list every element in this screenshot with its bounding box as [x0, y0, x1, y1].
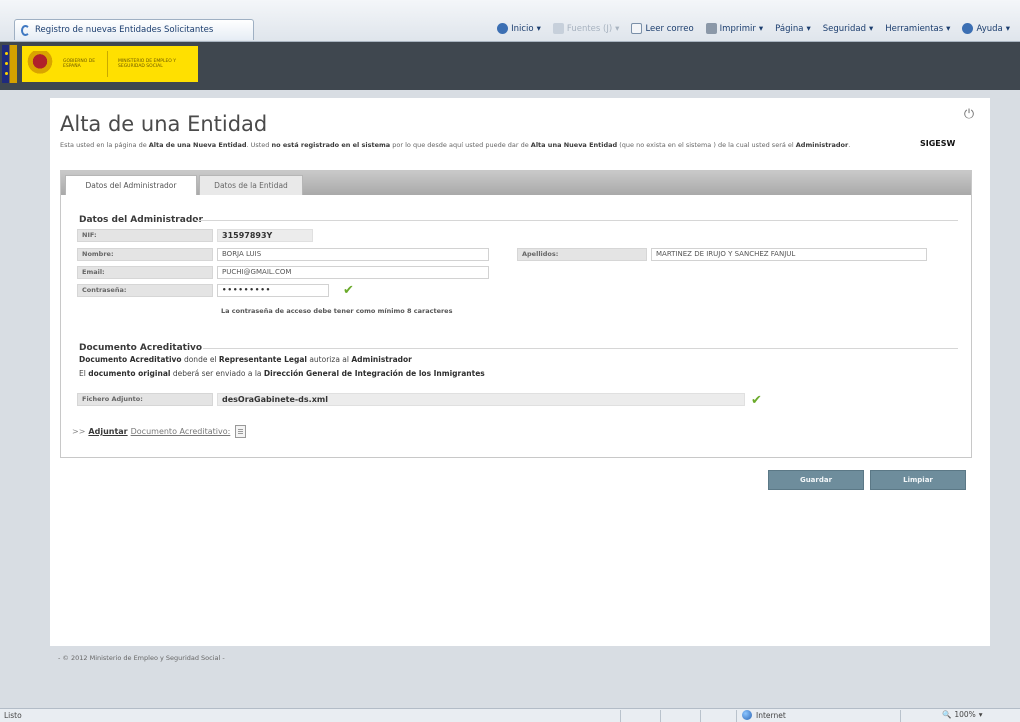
nif-field: 31597893Y: [217, 229, 313, 242]
nombre-label: Nombre:: [77, 248, 213, 261]
document-attach-icon[interactable]: [235, 425, 247, 438]
site-header: GOBIERNO DE ESPAÑA MINISTERIO DE EMPLEO …: [0, 42, 1020, 90]
save-button[interactable]: Guardar: [768, 470, 864, 490]
zoom-control[interactable]: 🔍 100% ▾: [942, 710, 983, 719]
gov-logo-text: GOBIERNO DE ESPAÑA: [63, 59, 96, 69]
footer-copyright: - © 2012 Ministerio de Empleo y Segurida…: [58, 654, 225, 662]
printer-icon: [705, 23, 717, 34]
chevron-down-icon: ▾: [978, 710, 983, 719]
tab-bar: Datos del Administrador Datos de la Enti…: [61, 171, 971, 195]
nif-label: NIF:: [77, 229, 213, 242]
tab-entity-data[interactable]: Datos de la Entidad: [199, 175, 303, 195]
apellidos-label: Apellidos:: [517, 248, 647, 261]
ie-icon: [21, 24, 30, 36]
intro-text: Esta usted en la página de Alta de una N…: [60, 141, 851, 149]
tab-admin-data[interactable]: Datos del Administrador: [65, 175, 197, 195]
nombre-input[interactable]: BORJA LUIS: [217, 248, 489, 261]
home-button[interactable]: Inicio ▾: [497, 23, 541, 34]
page-menu[interactable]: Página ▾: [775, 24, 811, 34]
email-label: Email:: [77, 266, 213, 279]
ministry-logo-text: MINISTERIO DE EMPLEO Y SEGURIDAD SOCIAL: [118, 59, 177, 69]
main-content: ⏻ Alta de una Entidad Esta usted en la p…: [50, 98, 990, 646]
file-label: Fichero Adjunto:: [77, 393, 213, 406]
attach-document-link[interactable]: >> Adjuntar Documento Acreditativo:: [72, 425, 247, 438]
feeds-button[interactable]: Fuentes (J) ▾: [552, 23, 619, 34]
read-mail-button[interactable]: Leer correo: [631, 23, 694, 34]
admin-section-title: Datos del Administrador: [79, 215, 203, 225]
section-divider: [203, 348, 958, 349]
doc-description-line1: Documento Acreditativo donde el Represen…: [79, 355, 412, 364]
doc-section-title: Documento Acreditativo: [79, 343, 203, 353]
password-valid-check-icon: ✔: [343, 283, 354, 298]
feeds-icon: [552, 23, 564, 34]
coat-of-arms-icon: [27, 51, 53, 77]
form-tab-panel: Datos del Administrador Datos de la Enti…: [60, 170, 972, 458]
help-icon: [962, 23, 974, 34]
password-label: Contraseña:: [77, 284, 213, 297]
ministry-logo: GOBIERNO DE ESPAÑA MINISTERIO DE EMPLEO …: [22, 46, 198, 82]
file-valid-check-icon: ✔: [751, 393, 762, 408]
password-note: La contraseña de acceso debe tener como …: [221, 307, 453, 315]
password-input[interactable]: •••••••••: [217, 284, 329, 297]
home-icon: [497, 23, 509, 34]
browser-toolbar: Registro de nuevas Entidades Solicitante…: [0, 0, 1020, 42]
help-menu[interactable]: Ayuda ▾: [962, 23, 1010, 34]
doc-description-line2: El documento original deberá ser enviado…: [79, 369, 485, 378]
mail-icon: [631, 23, 643, 34]
browser-tab[interactable]: Registro de nuevas Entidades Solicitante…: [14, 19, 254, 40]
page-title: Alta de una Entidad: [60, 112, 268, 136]
eu-flag-strip: [2, 45, 17, 83]
print-button[interactable]: Imprimir ▾: [705, 23, 763, 34]
system-name-label: SIGESW: [919, 139, 957, 148]
browser-status-bar: Listo Internet 🔍 100% ▾: [0, 708, 1020, 722]
browser-tab-title: Registro de nuevas Entidades Solicitante…: [35, 25, 214, 35]
status-text: Listo: [4, 711, 22, 720]
clear-button[interactable]: Limpiar: [870, 470, 966, 490]
attached-file-field: desOraGabinete-ds.xml: [217, 393, 745, 406]
section-divider: [196, 220, 958, 221]
command-bar: Inicio ▾ Fuentes (J) ▾ Leer correo Impri…: [497, 23, 1010, 34]
security-zone[interactable]: Internet: [742, 710, 786, 720]
security-menu[interactable]: Seguridad ▾: [823, 24, 874, 34]
logout-power-icon[interactable]: ⏻: [962, 108, 976, 122]
tools-menu[interactable]: Herramientas ▾: [885, 24, 950, 34]
zoom-icon: 🔍: [942, 710, 952, 719]
apellidos-input[interactable]: MARTINEZ DE IRUJO Y SANCHEZ FANJUL: [651, 248, 927, 261]
email-input[interactable]: PUCHI@GMAIL.COM: [217, 266, 489, 279]
globe-icon: [742, 710, 752, 720]
